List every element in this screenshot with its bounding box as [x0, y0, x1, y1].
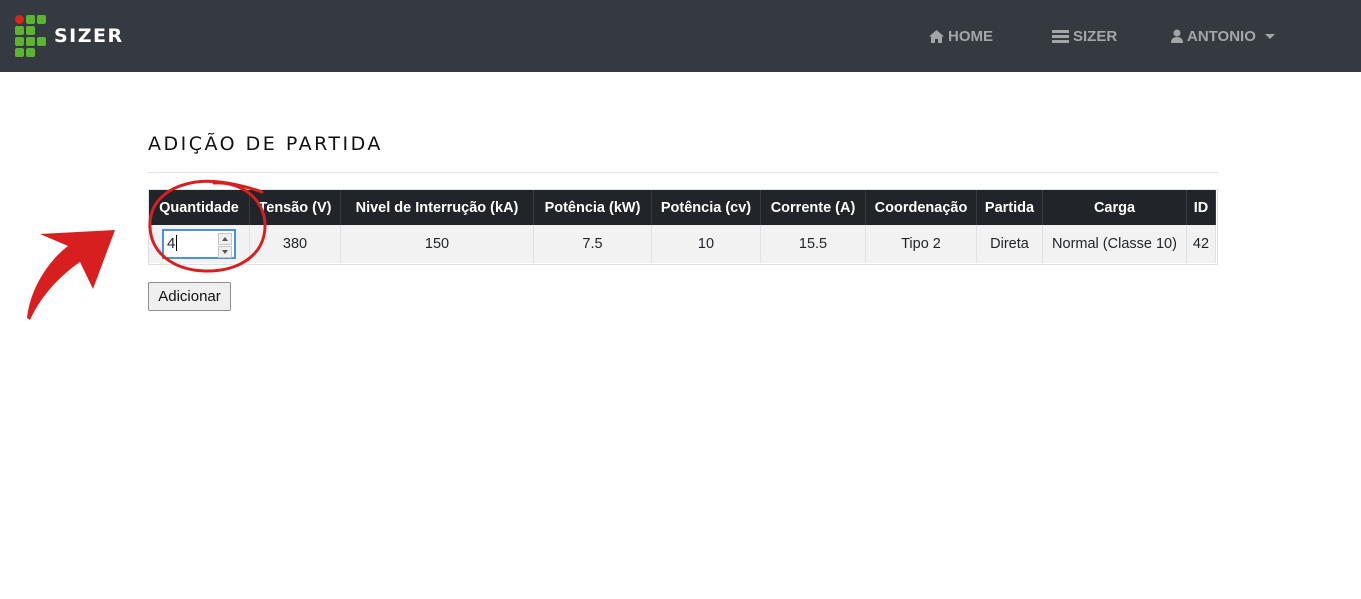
- nav-sizer[interactable]: SIZER: [1052, 26, 1117, 46]
- text-cursor: [176, 235, 178, 251]
- brand[interactable]: SIZER: [15, 15, 124, 57]
- cell-quantidade: 4: [149, 225, 250, 263]
- cell-carga: Normal (Classe 10): [1042, 225, 1187, 263]
- header-partida: Partida: [976, 190, 1043, 225]
- header-coordenacao: Coordenação: [865, 190, 977, 225]
- header-potencia-kw: Potência (kW): [533, 190, 652, 225]
- partida-table: Quantidade Tensão (V) Nivel de Interruçã…: [149, 190, 1216, 263]
- brand-name: SIZER: [54, 25, 124, 47]
- cell-partida: Direta: [976, 225, 1043, 263]
- nav-user-dropdown[interactable]: ANTONIO: [1171, 26, 1275, 46]
- cell-potencia-kw: 7.5: [533, 225, 652, 263]
- quantity-spinner: [218, 233, 232, 258]
- arrow-down-icon: [222, 250, 228, 254]
- nav-user-label: ANTONIO: [1187, 27, 1256, 45]
- nav-home-label: HOME: [948, 27, 993, 45]
- arrow-up-icon: [222, 237, 228, 241]
- header-nivel-interrupcao: Nivel de Interrução (kA): [340, 190, 534, 225]
- list-icon: [1052, 29, 1069, 43]
- page-title: ADIÇÃO DE PARTIDA: [148, 133, 383, 155]
- cell-id: 42: [1186, 225, 1216, 263]
- table-header-row: Quantidade Tensão (V) Nivel de Interruçã…: [149, 190, 1216, 225]
- arrow-icon: [27, 230, 115, 320]
- cell-potencia-cv: 10: [651, 225, 761, 263]
- header-id: ID: [1186, 190, 1216, 225]
- increment-button[interactable]: [218, 233, 232, 245]
- header-quantidade: Quantidade: [149, 190, 250, 225]
- cell-corrente: 15.5: [760, 225, 866, 263]
- header-tensao: Tensão (V): [249, 190, 341, 225]
- decrement-button[interactable]: [218, 246, 232, 258]
- divider: [148, 172, 1218, 173]
- partida-table-container: Quantidade Tensão (V) Nivel de Interruçã…: [148, 189, 1218, 265]
- cell-coordenacao: Tipo 2: [865, 225, 977, 263]
- user-icon: [1171, 29, 1183, 43]
- logo-icon: [15, 15, 48, 57]
- top-navbar: SIZER HOME SIZER ANTONIO: [0, 0, 1361, 72]
- header-carga: Carga: [1042, 190, 1187, 225]
- header-potencia-cv: Potência (cv): [651, 190, 761, 225]
- caret-down-icon: [1264, 33, 1275, 39]
- quantity-value: 4: [167, 235, 176, 252]
- nav-sizer-label: SIZER: [1073, 27, 1118, 45]
- add-button[interactable]: Adicionar: [148, 282, 231, 311]
- cell-tensao: 380: [249, 225, 341, 263]
- home-icon: [929, 29, 944, 43]
- cell-nivel-interrupcao: 150: [340, 225, 534, 263]
- quantity-stepper[interactable]: 4: [162, 229, 236, 259]
- header-corrente: Corrente (A): [760, 190, 866, 225]
- nav-home[interactable]: HOME: [929, 26, 993, 46]
- table-row: 4 380 150 7.5 10 15.5 Tipo 2 Direta Norm…: [149, 225, 1216, 263]
